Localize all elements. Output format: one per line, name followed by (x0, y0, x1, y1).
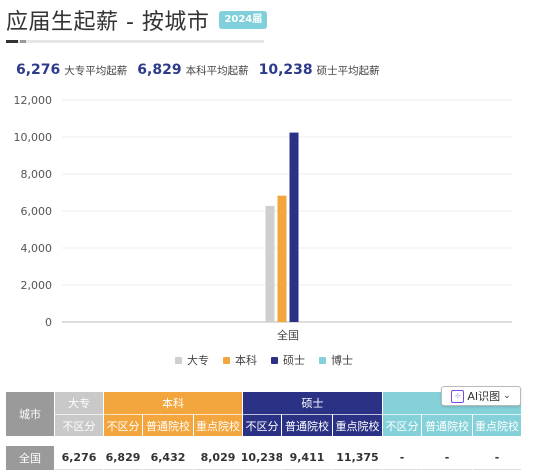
table-sub-benke-key: 重点院校 (194, 414, 242, 436)
table-cell: 8,029 (194, 446, 242, 470)
table-group-benke: 本科 (104, 392, 242, 414)
table-sub-boshi-all: 不区分 (383, 414, 421, 436)
legend-label-shuoshi: 硕士 (283, 354, 305, 367)
page-title: 应届生起薪 - 按城市 (6, 10, 210, 35)
bar-shuoshi (289, 132, 299, 322)
summary-value-dazhuan: 6,276 (16, 62, 61, 78)
table-cell: 6,432 (143, 446, 193, 470)
y-tick-label: 2,000 (21, 279, 53, 292)
legend-swatch-boshi (319, 356, 326, 364)
legend-swatch-shuoshi (271, 356, 278, 364)
title-row: 应届生起薪 - 按城市 2024届 (6, 4, 268, 36)
y-tick-label: 10,000 (14, 131, 53, 144)
table-cell: 6,276 (55, 446, 103, 470)
table-sub-boshi-normal: 普通院校 (422, 414, 472, 436)
table-sub-benke-all: 不区分 (104, 414, 142, 436)
table-cell: 10,238 (241, 446, 283, 470)
ai-recognize-button[interactable]: ⊹ AI识图 ⌄ (441, 386, 521, 406)
legend-label-boshi: 博士 (331, 354, 353, 367)
summary-bar: 6,276 大专平均起薪 6,829 本科平均起薪 10,238 硕士平均起薪 (16, 62, 390, 82)
table-cell: 11,375 (333, 446, 382, 470)
y-tick-label: 0 (45, 316, 52, 329)
table-header-city: 城市 (6, 392, 54, 436)
legend-item-boshi[interactable]: 博士 (319, 352, 353, 368)
chevron-down-icon: ⌄ (503, 391, 511, 401)
chart-legend: 大专 本科 硕士 博士 (175, 352, 353, 368)
scan-icon: ⊹ (451, 389, 465, 403)
year-badge: 2024届 (219, 11, 268, 29)
table-group-dazhuan: 大专 (55, 392, 103, 414)
summary-label-benke: 本科平均起薪 (185, 65, 249, 77)
ai-recognize-label: AI识图 (467, 390, 501, 403)
y-tick-label: 6,000 (21, 205, 53, 218)
table-sub-dazhuan-all: 不区分 (55, 414, 103, 436)
y-tick-label: 8,000 (21, 168, 53, 181)
legend-item-dazhuan[interactable]: 大专 (175, 352, 209, 368)
x-tick-label: 全国 (277, 328, 299, 342)
table-sub-shuoshi-key: 重点院校 (333, 414, 382, 436)
legend-swatch-dazhuan (175, 356, 182, 364)
table-row-city: 全国 (6, 446, 54, 470)
bar-dazhuan (265, 205, 275, 322)
table-cell: 6,829 (104, 446, 142, 470)
y-tick-label: 4,000 (21, 242, 53, 255)
y-tick-label: 12,000 (14, 94, 53, 107)
legend-label-dazhuan: 大专 (187, 354, 209, 367)
table-sub-benke-normal: 普通院校 (143, 414, 193, 436)
table-sub-shuoshi-normal: 普通院校 (282, 414, 332, 436)
table-cell: - (383, 446, 421, 470)
table-sub-shuoshi-all: 不区分 (243, 414, 281, 436)
summary-label-shuoshi: 硕士平均起薪 (316, 65, 380, 77)
summary-value-shuoshi: 10,238 (258, 62, 313, 78)
bar-benke (277, 195, 287, 322)
summary-value-benke: 6,829 (137, 62, 182, 78)
legend-item-shuoshi[interactable]: 硕士 (271, 352, 305, 368)
table-sub-boshi-key: 重点院校 (473, 414, 521, 436)
table-group-shuoshi: 硕士 (243, 392, 382, 414)
table-cell: - (422, 446, 472, 470)
title-underline (6, 40, 264, 43)
table-cell: - (473, 446, 521, 470)
salary-bar-chart: 0 2,000 4,000 6,000 8,000 10,000 12,000 全国 (14, 94, 512, 342)
legend-item-benke[interactable]: 本科 (223, 352, 257, 368)
table-cell: 9,411 (282, 446, 332, 470)
legend-swatch-benke (223, 356, 230, 364)
summary-label-dazhuan: 大专平均起薪 (64, 65, 128, 77)
legend-label-benke: 本科 (235, 354, 257, 367)
